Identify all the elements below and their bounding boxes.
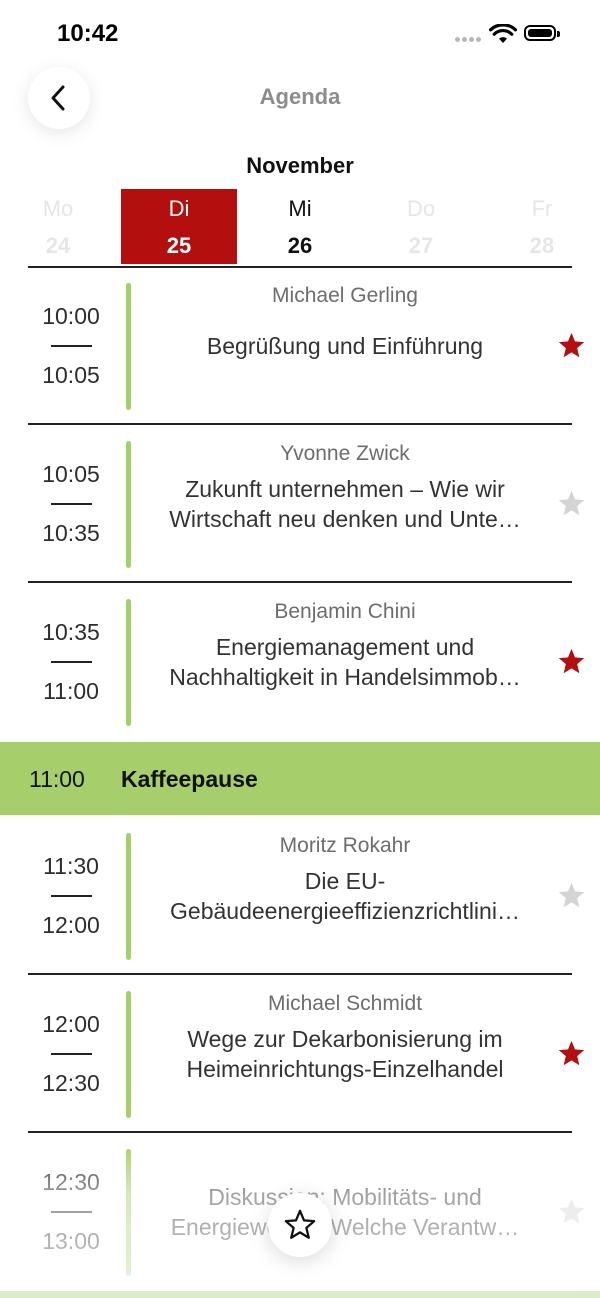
time-separator xyxy=(51,345,92,347)
session-end-time: 13:00 xyxy=(42,1228,100,1254)
break-row: 11:00 Kaffeepause xyxy=(0,742,600,815)
session-end-time: 10:05 xyxy=(42,362,100,388)
session-title: Zukunft unternehmen – Wie wir xyxy=(185,476,505,502)
session-title: Wirtschaft neu denken und Unte… xyxy=(169,506,521,532)
session-title: Nachhaltigkeit in Handelsimmob… xyxy=(169,664,521,690)
battery-icon xyxy=(524,25,560,41)
star-filled-icon[interactable] xyxy=(557,331,586,360)
day-name: Di xyxy=(168,196,190,221)
time-separator xyxy=(51,895,92,897)
day-number: 26 xyxy=(287,233,313,258)
day-friday[interactable]: Fr 28 xyxy=(484,189,600,264)
status-bar: 10:42 xyxy=(0,0,600,64)
day-wednesday[interactable]: Mi 26 xyxy=(242,189,358,264)
month-label: November xyxy=(246,153,354,178)
session-end-time: 10:35 xyxy=(42,520,100,546)
star-icon[interactable] xyxy=(557,1197,586,1226)
day-thursday[interactable]: Do 27 xyxy=(363,189,479,264)
session-title: Wege zur Dekarbonisierung im xyxy=(187,1026,503,1052)
session-speaker: Michael Gerling xyxy=(272,284,418,307)
time-separator xyxy=(51,661,92,663)
wifi-icon xyxy=(489,24,517,43)
session-start-time: 10:05 xyxy=(42,461,100,487)
day-tuesday[interactable]: Di 25 xyxy=(121,189,237,264)
day-number: 24 xyxy=(45,233,71,258)
day-name: Fr xyxy=(531,196,553,221)
day-name: Mi xyxy=(288,196,312,221)
break-time: 11:00 xyxy=(29,766,85,792)
day-monday[interactable]: Mo 24 xyxy=(0,189,116,264)
time-separator xyxy=(51,1211,92,1213)
session-end-time: 11:00 xyxy=(43,678,99,704)
session-row[interactable]: 10:35 11:00 Benjamin Chini Energiemanage… xyxy=(0,583,600,741)
session-accent-bar xyxy=(126,833,131,960)
next-break-edge xyxy=(0,1291,600,1298)
session-start-time: 11:30 xyxy=(43,853,99,879)
day-number: 25 xyxy=(166,233,192,258)
session-end-time: 12:00 xyxy=(42,912,100,938)
session-row[interactable]: 12:00 12:30 Michael Schmidt Wege zur Dek… xyxy=(0,975,600,1133)
day-number: 27 xyxy=(408,233,434,258)
session-start-time: 12:30 xyxy=(42,1169,100,1195)
session-accent-bar xyxy=(126,283,131,410)
session-speaker: Michael Schmidt xyxy=(267,992,423,1015)
session-title: Die EU- xyxy=(304,868,386,894)
session-title: Energiewende: Welche Verantw… xyxy=(170,1214,520,1240)
session-row[interactable]: 11:30 12:00 Moritz Rokahr Die EU- Gebäud… xyxy=(0,817,600,975)
page-title: Agenda xyxy=(259,84,341,109)
day-number: 28 xyxy=(529,233,555,258)
session-speaker: Moritz Rokahr xyxy=(279,834,411,857)
session-end-time: 12:30 xyxy=(42,1070,100,1096)
session-row[interactable]: 10:00 10:05 Michael Gerling Begrüßung un… xyxy=(0,267,600,425)
star-filled-icon[interactable] xyxy=(557,647,586,676)
favorites-filter-button[interactable] xyxy=(268,1193,332,1257)
session-accent-bar xyxy=(126,991,131,1118)
star-filled-icon[interactable] xyxy=(557,1039,586,1068)
session-title: Heimeinrichtungs-Einzelhandel xyxy=(186,1056,504,1082)
session-accent-bar xyxy=(126,599,131,726)
session-start-time: 10:35 xyxy=(42,619,100,645)
session-accent-bar xyxy=(126,1149,131,1276)
status-time: 10:42 xyxy=(57,20,119,47)
star-icon[interactable] xyxy=(557,881,586,910)
day-name: Mo xyxy=(42,196,74,221)
session-start-time: 10:00 xyxy=(42,303,100,329)
cellular-signal-icon xyxy=(455,37,483,43)
session-title: Energiemanagement und xyxy=(215,634,475,660)
session-speaker: Benjamin Chini xyxy=(274,600,416,623)
star-icon[interactable] xyxy=(557,489,586,518)
session-title: Gebäudeenergieeffizienzrichtlini… xyxy=(170,898,520,924)
session-speaker: Yvonne Zwick xyxy=(280,442,410,465)
session-row[interactable]: 10:05 10:35 Yvonne Zwick Zukunft unterne… xyxy=(0,425,600,583)
star-outline-icon xyxy=(284,1209,316,1239)
day-name: Do xyxy=(406,196,436,221)
break-title: Kaffeepause xyxy=(121,766,258,792)
time-separator xyxy=(51,1053,92,1055)
session-start-time: 12:00 xyxy=(42,1011,100,1037)
session-title: Diskussion: Mobilitäts- und xyxy=(208,1184,482,1210)
session-accent-bar xyxy=(126,441,131,568)
session-title: Begrüßung und Einführung xyxy=(206,333,484,359)
time-separator xyxy=(51,503,92,505)
